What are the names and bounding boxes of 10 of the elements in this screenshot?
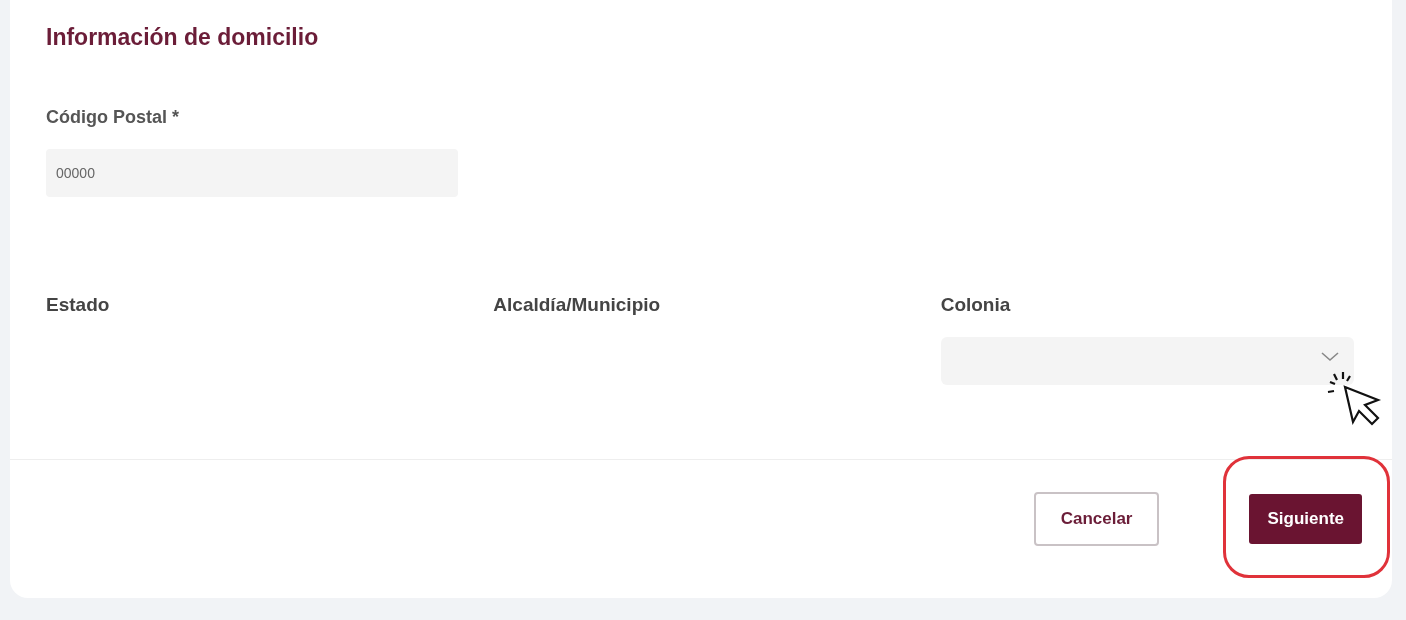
field-label: Colonia: [940, 293, 1011, 317]
field-label: Alcaldía/Municipio: [493, 293, 661, 317]
postal-code-field[interactable]: 00000: [46, 149, 458, 197]
cancel-button[interactable]: Cancelar: [1033, 492, 1160, 546]
colonia-select[interactable]: [940, 337, 1354, 385]
section-title: Información de domicilio: [46, 23, 320, 52]
chevron-down-icon: [1320, 351, 1340, 363]
next-button[interactable]: Siguiente: [1249, 494, 1362, 544]
field-label: Estado: [46, 293, 110, 317]
field-label: Código Postal *: [46, 106, 179, 129]
